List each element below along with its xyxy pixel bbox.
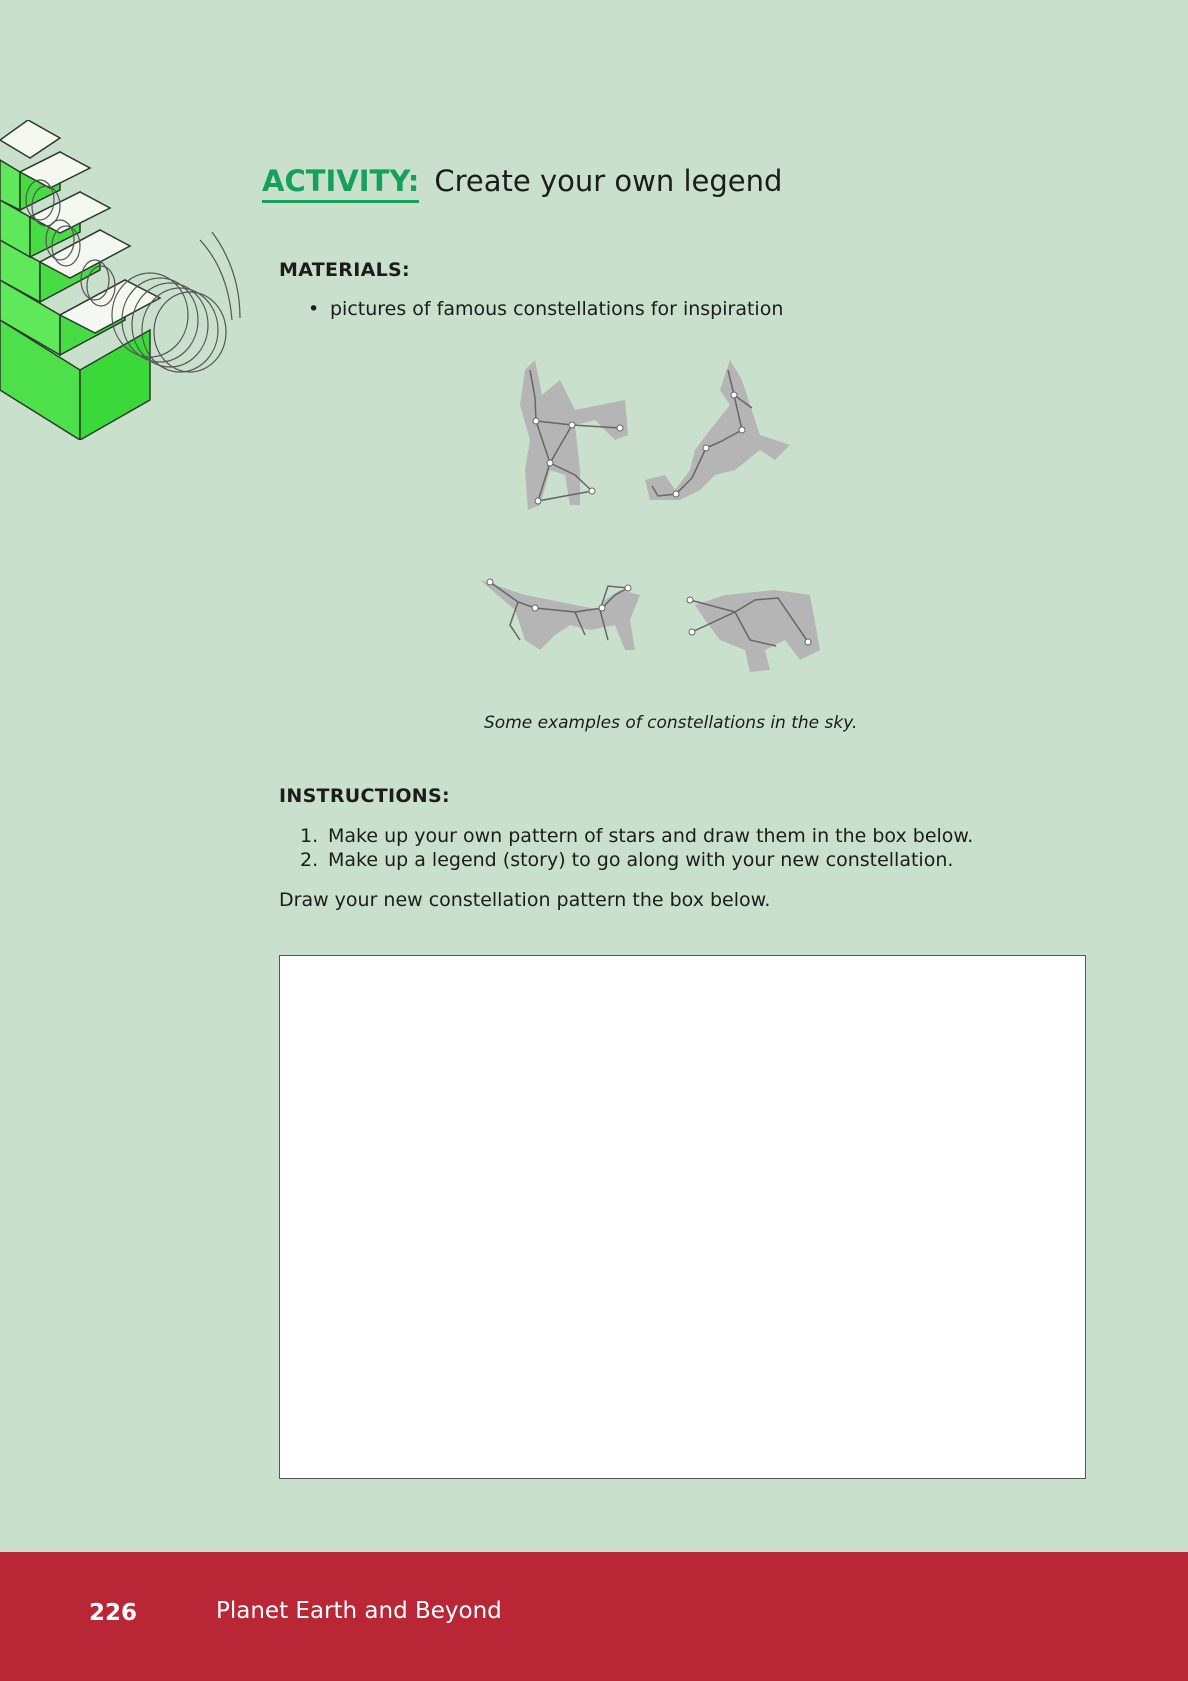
hunter-constellation xyxy=(520,360,628,510)
activity-title: Create your own legend xyxy=(434,164,783,198)
dog-constellation xyxy=(480,578,640,650)
page-number: 226 xyxy=(89,1600,138,1626)
materials-heading: MATERIALS: xyxy=(279,259,410,281)
draw-note: Draw your new constellation pattern the … xyxy=(279,889,771,911)
activity-title-row: ACTIVITY: Create your own legend xyxy=(262,164,782,203)
drawing-box[interactable] xyxy=(279,955,1086,1479)
book-title: Planet Earth and Beyond xyxy=(216,1598,502,1624)
materials-list-item: • pictures of famous constellations for i… xyxy=(308,298,783,320)
centaur-constellation xyxy=(686,590,820,672)
instruction-step: 1. Make up your own pattern of stars and … xyxy=(300,824,973,848)
bullet-icon: • xyxy=(308,298,320,320)
page-footer: 226 Planet Earth and Beyond xyxy=(0,1552,1188,1681)
step-text: Make up your own pattern of stars and dr… xyxy=(328,825,974,847)
instruction-step: 2. Make up a legend (story) to go along w… xyxy=(300,848,973,872)
constellations-figure xyxy=(480,360,820,672)
step-text: Make up a legend (story) to go along wit… xyxy=(328,849,954,871)
activity-label: ACTIVITY: xyxy=(262,164,420,203)
figure-caption: Some examples of constellations in the s… xyxy=(484,713,858,733)
scorpion-constellation xyxy=(645,360,790,500)
slinky-stairs-illustration xyxy=(0,120,241,440)
instructions-heading: INSTRUCTIONS: xyxy=(279,785,450,807)
step-number: 2. xyxy=(300,849,319,871)
materials-item-text: pictures of famous constellations for in… xyxy=(330,298,784,320)
instructions-list: 1. Make up your own pattern of stars and … xyxy=(300,824,973,872)
step-number: 1. xyxy=(300,825,319,847)
